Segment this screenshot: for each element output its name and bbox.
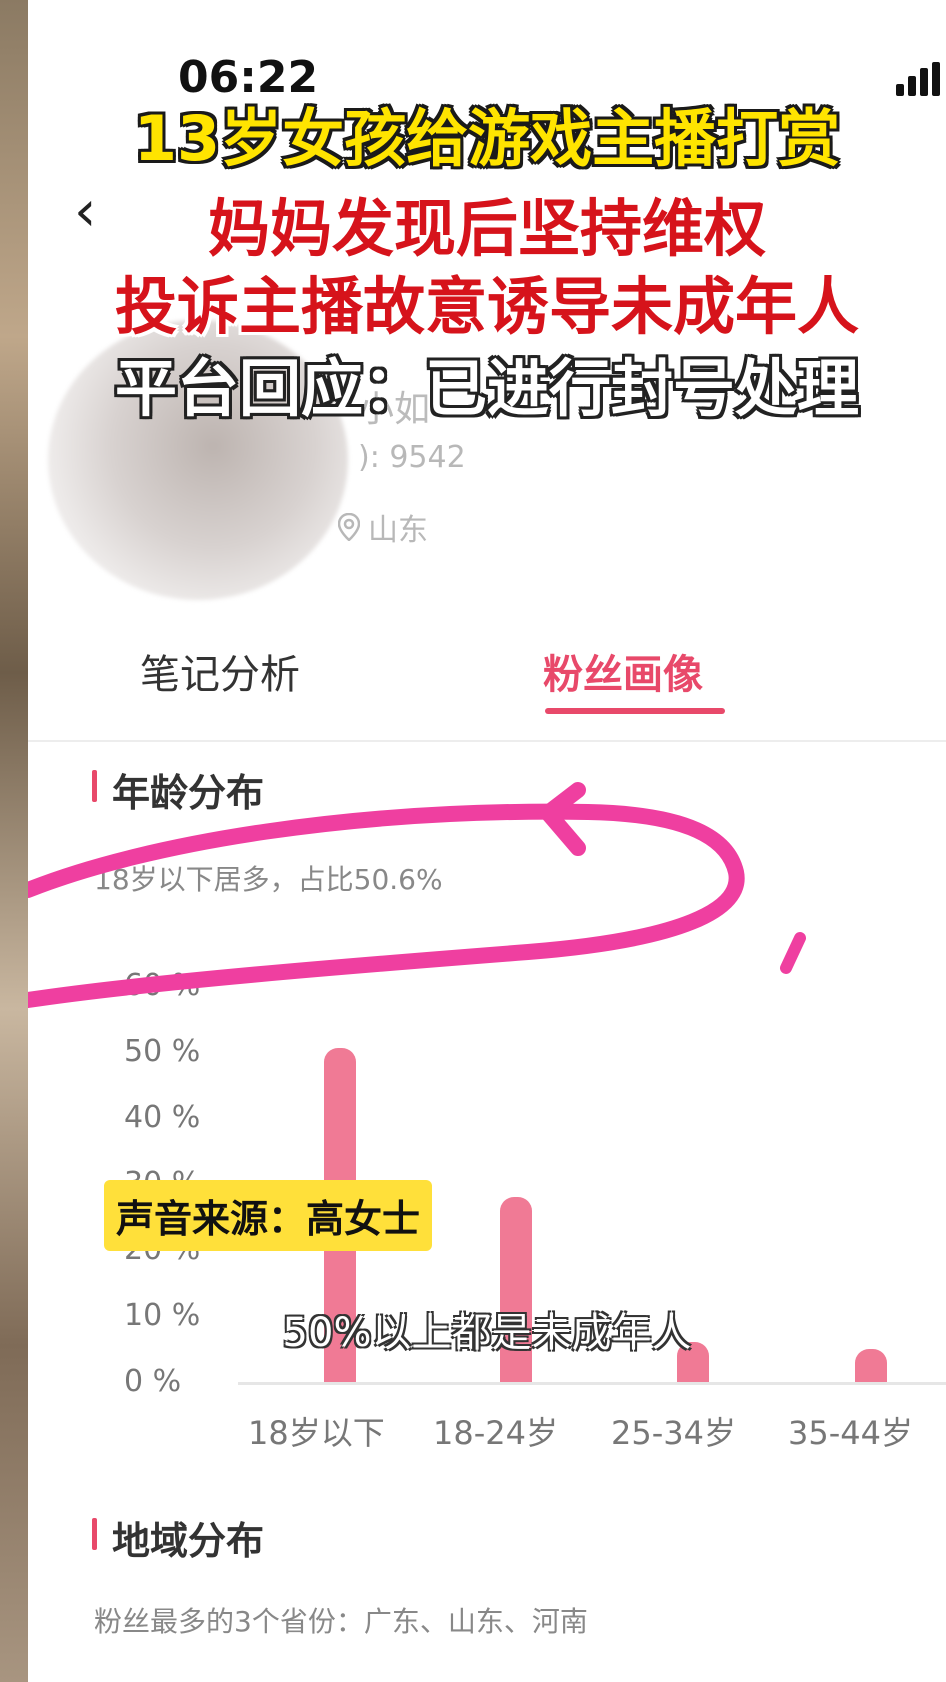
x-tick-label: 18岁以下: [248, 1414, 385, 1452]
section-marker: [92, 770, 97, 802]
y-tick-label: 0 %: [124, 1364, 182, 1399]
region-section-description: 粉丝最多的3个省份：广东、山东、河南: [94, 1605, 588, 1638]
chart-baseline: [238, 1382, 946, 1385]
divider: [28, 740, 946, 742]
tab-bar: 笔记分析 粉丝画像: [28, 620, 946, 740]
profile-location-text: 山东: [368, 513, 428, 548]
headline-line-1: 13岁女孩给游戏主播打赏: [133, 102, 841, 175]
app-screen: 06:22 ‹ 小如 ): 9542 山东 笔记分析 粉丝画像 年龄分布 18岁…: [28, 0, 946, 1682]
y-tick-label: 50 %: [124, 1034, 201, 1069]
voice-source-label: 声音来源：高女士: [104, 1180, 433, 1251]
section-marker: [92, 1518, 97, 1550]
status-time: 06:22: [178, 52, 319, 103]
profile-id: ): 9542: [358, 440, 466, 475]
x-tick-label: 25-34岁: [611, 1414, 736, 1452]
y-tick-label: 40 %: [124, 1100, 201, 1135]
profile-location: 山东: [338, 505, 428, 549]
y-tick-label: 60 %: [124, 968, 201, 1003]
age-section-description: 18岁以下居多，占比50.6%: [94, 863, 443, 896]
tab-fan-profile[interactable]: 粉丝画像: [543, 642, 703, 700]
region-section-title: 地域分布: [112, 1519, 265, 1563]
x-tick-label: 18-24岁: [433, 1414, 558, 1452]
headline-line-2: 妈妈发现后坚持维权: [207, 192, 766, 265]
background-photo-strip: [0, 0, 28, 1682]
video-subtitle: 50%以上都是未成年人: [282, 1310, 692, 1356]
headline-line-4: 平台回应：已进行封号处理: [114, 352, 859, 425]
location-pin-icon: [338, 513, 360, 541]
age-section-title: 年龄分布: [112, 771, 265, 815]
headline-line-3: 投诉主播故意诱导未成年人: [114, 270, 859, 343]
active-tab-indicator: [545, 708, 725, 714]
tab-notes-analysis[interactable]: 笔记分析: [140, 642, 300, 700]
signal-icon: [896, 62, 946, 96]
x-tick-label: 35-44岁: [788, 1414, 913, 1452]
